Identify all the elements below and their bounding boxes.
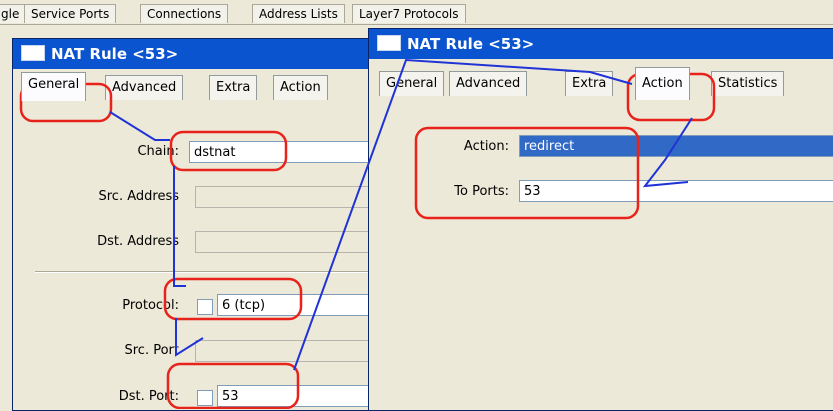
tab-advanced[interactable]: Advanced (105, 75, 184, 100)
action-select[interactable]: redirect (519, 135, 833, 157)
window-icon (377, 35, 401, 51)
background-tab[interactable]: Service Ports (24, 4, 117, 23)
tab-action[interactable]: Action (635, 67, 690, 100)
chain-label: Chain: (137, 144, 179, 159)
nat-rule-window-action: NAT Rule <53> General Advanced Extra Act… (368, 28, 833, 411)
window-title: NAT Rule <53> (51, 45, 179, 63)
dst-address-field[interactable] (195, 231, 373, 253)
src-address-field[interactable] (195, 186, 373, 208)
tab-bar: General Advanced Extra Action (13, 69, 373, 102)
src-port-label: Src. Port (124, 343, 180, 358)
protocol-field[interactable]: 6 (tcp) (217, 294, 373, 316)
src-port-field[interactable] (195, 340, 373, 362)
tab-advanced[interactable]: Advanced (449, 71, 528, 96)
tab-general[interactable]: General (379, 71, 445, 96)
action-tab-panel: Action: redirect To Ports: 53 (369, 99, 833, 410)
window-titlebar[interactable]: NAT Rule <53> (369, 29, 833, 59)
section-divider (35, 271, 373, 273)
tab-statistics[interactable]: Statistics (711, 71, 785, 96)
tab-general[interactable]: General (21, 72, 87, 101)
window-title: NAT Rule <53> (407, 35, 535, 53)
protocol-negate-checkbox[interactable] (197, 299, 213, 315)
dst-port-field[interactable]: 53 (217, 385, 373, 407)
tab-extra[interactable]: Extra (209, 75, 258, 100)
to-ports-field[interactable]: 53 (519, 180, 833, 202)
tab-action[interactable]: Action (273, 75, 328, 100)
protocol-label: Protocol: (122, 298, 179, 313)
action-label: Action: (463, 139, 509, 154)
dst-address-label: Dst. Address (97, 234, 179, 249)
background-tab[interactable]: Connections (140, 4, 229, 23)
dst-port-negate-checkbox[interactable] (197, 390, 213, 406)
window-icon (21, 45, 45, 61)
src-address-label: Src. Address (98, 189, 180, 204)
background-tab-strip: gle Service Ports Connections Address Li… (0, 0, 833, 25)
nat-rule-window-general: NAT Rule <53> General Advanced Extra Act… (12, 38, 374, 411)
dst-port-label: Dst. Port: (118, 389, 179, 404)
tab-extra[interactable]: Extra (565, 71, 614, 96)
background-tab[interactable]: Layer7 Protocols (352, 4, 466, 23)
window-titlebar[interactable]: NAT Rule <53> (13, 39, 373, 69)
background-tab[interactable]: Address Lists (252, 4, 345, 23)
chain-field[interactable]: dstnat (189, 141, 373, 163)
background-tab[interactable]: gle (0, 4, 27, 23)
to-ports-label: To Ports: (454, 184, 509, 199)
tab-bar: General Advanced Extra Action Statistics (369, 59, 833, 100)
general-tab-panel: Chain: dstnat Src. Address Dst. Address … (13, 101, 373, 410)
